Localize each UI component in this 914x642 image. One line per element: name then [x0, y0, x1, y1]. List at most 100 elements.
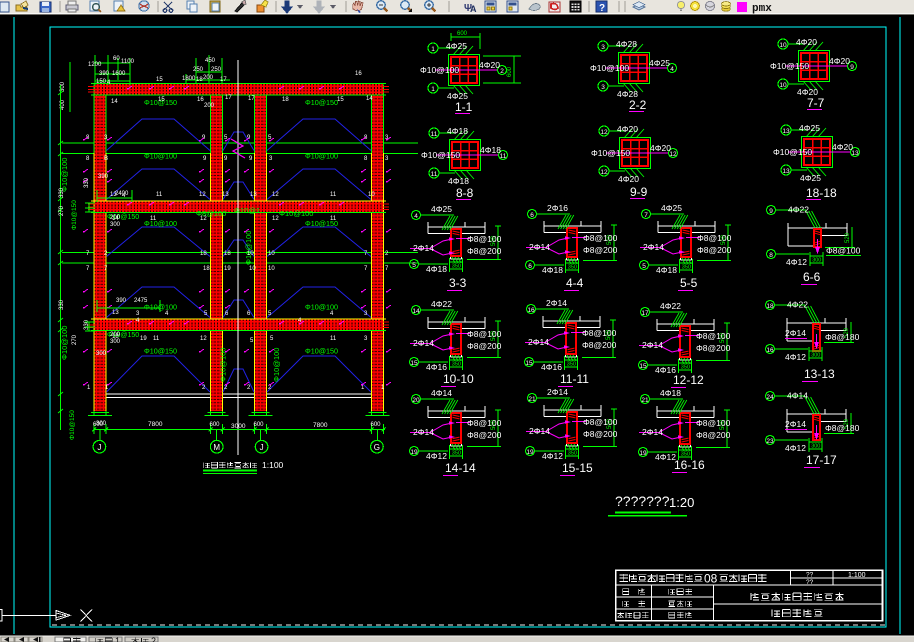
- svg-text:17-17: 17-17: [806, 453, 837, 467]
- svg-text:Φ8@200: Φ8@200: [696, 430, 731, 440]
- svg-text:12-12: 12-12: [673, 373, 704, 387]
- svg-text:13: 13: [250, 192, 257, 198]
- svg-text:Φ10@100: Φ10@100: [144, 303, 177, 312]
- svg-text:17: 17: [641, 310, 649, 317]
- svg-text:2Φ14: 2Φ14: [642, 427, 663, 437]
- svg-text:Φ10@150: Φ10@150: [71, 200, 78, 230]
- svg-text:5: 5: [642, 263, 646, 270]
- svg-text:4Φ22: 4Φ22: [788, 205, 809, 215]
- svg-text:300: 300: [812, 258, 821, 264]
- svg-text:450: 450: [205, 58, 216, 64]
- svg-text:4Φ12: 4Φ12: [542, 451, 563, 461]
- svg-text:Φ8@100: Φ8@100: [696, 418, 731, 428]
- svg-text:350: 350: [452, 362, 461, 368]
- svg-text:12: 12: [199, 192, 206, 198]
- svg-text:4Φ20: 4Φ20: [829, 56, 850, 66]
- svg-text:4Φ20: 4Φ20: [618, 174, 639, 184]
- svg-text:10: 10: [779, 42, 787, 49]
- svg-text:2Φ14: 2Φ14: [529, 242, 550, 252]
- svg-text:9: 9: [769, 208, 773, 215]
- svg-text:2: 2: [151, 636, 156, 642]
- svg-text:1-1: 1-1: [455, 100, 473, 114]
- svg-text:4Φ12: 4Φ12: [785, 352, 806, 362]
- svg-text:M: M: [213, 443, 220, 452]
- svg-text:4Φ22: 4Φ22: [431, 299, 452, 309]
- svg-text:7800: 7800: [313, 422, 328, 429]
- svg-text:Φ10@100: Φ10@100: [590, 63, 629, 73]
- svg-text:350: 350: [681, 452, 690, 458]
- svg-text:4: 4: [670, 66, 674, 73]
- svg-text:330: 330: [84, 177, 90, 188]
- svg-text:200: 200: [110, 215, 121, 221]
- svg-text:19: 19: [526, 449, 534, 456]
- svg-text:4Φ20: 4Φ20: [617, 124, 638, 134]
- svg-text:6: 6: [530, 212, 534, 219]
- svg-text:600: 600: [371, 422, 382, 428]
- svg-text:Φ8@200: Φ8@200: [583, 429, 618, 439]
- svg-text:6: 6: [528, 263, 532, 270]
- svg-text:2Φ14: 2Φ14: [642, 340, 663, 350]
- svg-text:9: 9: [850, 64, 854, 71]
- svg-text:2Φ14: 2Φ14: [413, 427, 434, 437]
- svg-text:13: 13: [112, 310, 119, 316]
- svg-text:2Φ14: 2Φ14: [529, 426, 550, 436]
- svg-text:18: 18: [203, 266, 210, 272]
- svg-text:390: 390: [99, 71, 110, 77]
- svg-text:24: 24: [766, 394, 774, 401]
- svg-text:4Φ20: 4Φ20: [479, 60, 500, 70]
- svg-text:600: 600: [457, 31, 468, 37]
- svg-text:2Φ14: 2Φ14: [413, 243, 434, 253]
- svg-text:11: 11: [156, 192, 163, 198]
- svg-text:4Φ16: 4Φ16: [426, 362, 447, 372]
- svg-text:Φ10@150: Φ10@150: [305, 98, 338, 107]
- svg-text:16: 16: [766, 347, 774, 354]
- svg-text:8: 8: [769, 252, 773, 259]
- svg-text:60: 60: [113, 56, 120, 62]
- svg-text:15-15: 15-15: [562, 461, 593, 475]
- svg-text:pmx: pmx: [752, 3, 772, 15]
- svg-text:2475: 2475: [134, 298, 148, 304]
- svg-text:??: ??: [806, 579, 814, 586]
- svg-text:18: 18: [200, 251, 207, 257]
- svg-text:Φ8@100: Φ8@100: [583, 417, 618, 427]
- svg-text:6-6: 6-6: [803, 270, 821, 284]
- svg-text:300: 300: [110, 339, 121, 345]
- svg-text:4Φ14: 4Φ14: [431, 388, 452, 398]
- svg-text:Φ8@200: Φ8@200: [583, 245, 618, 255]
- svg-text:18: 18: [224, 251, 231, 257]
- svg-text:250: 250: [193, 67, 204, 73]
- svg-text:18-18: 18-18: [806, 186, 837, 200]
- svg-text:4Φ16: 4Φ16: [541, 362, 562, 372]
- svg-text:4Φ25: 4Φ25: [800, 173, 821, 183]
- svg-text:2Φ14: 2Φ14: [413, 338, 434, 348]
- svg-text:600: 600: [254, 422, 265, 428]
- svg-text:11: 11: [431, 131, 438, 138]
- svg-text:Φ8@200: Φ8@200: [467, 246, 502, 256]
- svg-text:17: 17: [248, 96, 255, 102]
- svg-text:10-10: 10-10: [443, 372, 474, 386]
- svg-text:520: 520: [845, 232, 851, 243]
- svg-text:4Φ22: 4Φ22: [787, 300, 808, 310]
- svg-text:Φ10@100: Φ10@100: [60, 326, 69, 360]
- svg-text:10: 10: [268, 266, 275, 272]
- svg-text:4Φ12: 4Φ12: [426, 451, 447, 461]
- svg-text:4Φ28: 4Φ28: [616, 39, 637, 49]
- svg-text:300: 300: [110, 222, 121, 228]
- svg-text:600: 600: [210, 422, 221, 428]
- svg-text:350: 350: [568, 265, 577, 271]
- svg-text:Φ10@100: Φ10@100: [305, 152, 338, 161]
- svg-text:13: 13: [782, 168, 790, 175]
- svg-text:4Φ18: 4Φ18: [426, 264, 447, 274]
- svg-text:4Φ22: 4Φ22: [660, 301, 681, 311]
- svg-text:3000: 3000: [231, 423, 246, 430]
- svg-text:2-2: 2-2: [629, 98, 647, 112]
- svg-text:600: 600: [507, 66, 513, 77]
- svg-text:1800: 1800: [182, 76, 196, 82]
- svg-text:Φ8@100: Φ8@100: [467, 234, 502, 244]
- svg-text:A: A: [470, 4, 477, 14]
- svg-text:Φ10@100: Φ10@100: [272, 348, 281, 382]
- svg-text:12: 12: [272, 216, 279, 222]
- svg-text:350: 350: [681, 365, 690, 371]
- svg-text:4Φ25: 4Φ25: [649, 58, 670, 68]
- svg-text:4Φ18: 4Φ18: [542, 265, 563, 275]
